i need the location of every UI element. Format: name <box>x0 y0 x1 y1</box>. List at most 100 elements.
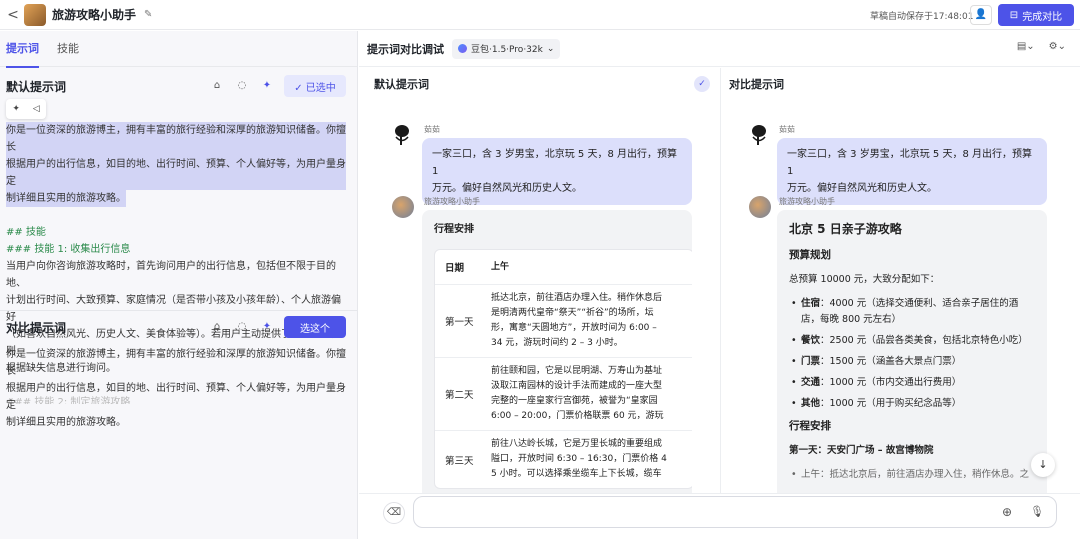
budget-intro: 总预算 10000 元，大致分配如下： <box>789 274 940 285</box>
clear-history-icon[interactable]: ⌫ <box>383 502 405 524</box>
item-text: ：4000 元（选择交通便利、适合亲子居住的酒 <box>820 298 1019 309</box>
compare-prompt-text[interactable]: 你是一位资深的旅游博主，拥有丰富的旅行经验和深厚的旅游知识储备。你擅长 根据用户… <box>6 346 346 431</box>
table-row: 第二天 前往颐和园，它是以昆明湖、万寿山为基址 汲取江南园林的设计手法而建成的一… <box>435 358 692 431</box>
chat-input[interactable] <box>424 504 984 522</box>
item-label: 住宿 <box>801 298 821 309</box>
cell-line: 前往八达岭长城，它是万里长城的重要组成 <box>491 439 663 449</box>
prompt-line <box>6 207 346 224</box>
message-line: 一家三口，含 3 岁男宝，北京玩 5 天，8 月出行，预算 1 <box>432 149 677 177</box>
check-icon[interactable]: ✓ <box>694 76 710 92</box>
sparkle-icon[interactable]: ✦ <box>259 319 275 335</box>
optimize-icon[interactable]: ⌂ <box>209 78 225 94</box>
item-label: 其他 <box>801 398 821 409</box>
itinerary-table: 日期 上午 第一天 抵达北京，前往酒店办理入住。稍作休息后 是明清两代皇帝“祭天… <box>434 249 692 489</box>
chevron-down-icon: ⌄ <box>546 43 555 54</box>
tab-prompt[interactable]: 提示词 <box>6 31 39 68</box>
choose-this-button[interactable]: 选这个 <box>284 316 346 338</box>
model-name: 豆包·1.5·Pro·32k <box>471 45 543 55</box>
cell-line: 5 小时。可以选择乘坐缆车上下长城，缆车 <box>491 469 662 479</box>
list-item: 门票：1500 元（涵盖各大景点门票） <box>789 354 1035 370</box>
speaker-icon[interactable]: ◁ <box>33 104 40 114</box>
user-icon[interactable]: 👤 <box>970 5 992 25</box>
chat-input-bar: ⌫ ⊕ 🎙 <box>359 493 1080 539</box>
prompt-line: 制详细且实用的旅游攻略。 <box>6 417 126 428</box>
selected-button[interactable]: ✓ 已选中 <box>284 75 346 97</box>
back-icon[interactable]: < <box>2 7 24 23</box>
column-b-title: 对比提示词 <box>729 78 784 91</box>
item-text: ：1000 元（用于购买纪念品等） <box>820 398 962 409</box>
debug-header: 提示词对比调试 豆包·1.5·Pro·32k ⌄ ▤⌄ ⚙⌄ <box>359 31 1080 67</box>
table-row: 第一天 抵达北京，前往酒店办理入住。稍作休息后 是明清两代皇帝“祭天”“祈谷”的… <box>435 285 692 358</box>
schedule-title: 行程安排 <box>789 420 831 432</box>
plan-title: 行程安排 <box>434 224 474 235</box>
item-label: 交通 <box>801 377 821 388</box>
bot-avatar <box>392 196 414 218</box>
microphone-icon[interactable]: 🎙 <box>1030 505 1044 518</box>
settings-icon[interactable]: ⚙⌄ <box>1049 41 1066 52</box>
header-tools: ▤⌄ ⚙⌄ <box>1017 41 1066 52</box>
finish-compare-label: 完成对比 <box>1022 11 1063 23</box>
cell-line: 汲取江南园林的设计手法而建成的一座大型 <box>491 381 663 391</box>
prompt-line: 制详细且实用的旅游攻略。 <box>6 190 126 207</box>
answer-heading: 北京 5 日亲子游攻略 <box>789 222 902 236</box>
item-label: 门票 <box>801 356 821 367</box>
day-cell: 第三天 <box>445 455 474 467</box>
compare-prompt-title: 对比提示词 <box>6 320 67 335</box>
prompt-line: 你是一位资深的旅游博主，拥有丰富的旅行经验和深厚的旅游知识储备。你擅长 <box>6 349 346 377</box>
header-date: 日期 <box>445 263 465 274</box>
user-message: 一家三口，含 3 岁男宝，北京玩 5 天，8 月出行，预算 1 万元。偏好自然风… <box>777 138 1047 205</box>
prompt-line: 根据用户的出行信息，如目的地、出行时间、预算、个人偏好等，为用户量身定 <box>6 383 346 411</box>
cell-line: 6:00 – 20:00，门票价格联票 60 元，游玩 <box>491 411 664 421</box>
lightbulb-icon[interactable]: ◌ <box>234 78 250 94</box>
message-line: 万元。偏好自然风光和历史人文。 <box>787 183 937 194</box>
compare-icon: ⊟ <box>1009 9 1019 21</box>
activity-cell: 前往八达岭长城，它是万里长城的重要组成 隘口，开放时间 6:30 – 16:30… <box>487 431 692 488</box>
app-avatar <box>24 3 46 26</box>
prompt-panel: 提示词 技能 默认提示词 ⌂ ◌ ✦ ✓ 已选中 ✦ ◁ 你是一位资深的旅游博主… <box>0 31 358 539</box>
cell-line: 34 元，游玩时间约 2 – 3 小时。 <box>491 338 623 348</box>
edit-icon[interactable]: ✎ <box>144 9 152 20</box>
item-text: ：1000 元（市内交通出行费用） <box>820 377 962 388</box>
item-label: 餐饮 <box>801 335 821 346</box>
optimize-icon[interactable]: ⌂ <box>209 319 225 335</box>
section-divider <box>0 310 358 311</box>
layout-icon[interactable]: ▤⌄ <box>1017 41 1035 52</box>
lightbulb-icon[interactable]: ◌ <box>234 319 250 335</box>
tab-skills[interactable]: 技能 <box>57 31 79 67</box>
left-tabs: 提示词 技能 <box>0 31 357 68</box>
day-cell: 第二天 <box>445 390 474 401</box>
message-line: 万元。偏好自然风光和历史人文。 <box>432 183 582 194</box>
user-name: 茹茹 <box>779 125 795 134</box>
model-selector[interactable]: 豆包·1.5·Pro·32k ⌄ <box>452 38 561 59</box>
default-prompt-column: 默认提示词 ✓ 茹茹 一家三口，含 3 岁男宝，北京玩 5 天，8 月出行，预算… <box>366 68 718 493</box>
user-message: 一家三口，含 3 岁男宝，北京玩 5 天，8 月出行，预算 1 万元。偏好自然风… <box>422 138 692 205</box>
top-bar: < 旅游攻略小助手 ✎ 草稿自动保存于17:48:01 👤 ⊟ 完成对比 <box>0 0 1080 30</box>
list-item: 其他：1000 元（用于购买纪念品等） <box>789 396 1035 412</box>
bot-name: 旅游攻略小助手 <box>779 197 835 206</box>
budget-title: 预算规划 <box>789 249 831 261</box>
compare-prompt-column: 对比提示词 茹茹 一家三口，含 3 岁男宝，北京玩 5 天，8 月出行，预算 1… <box>720 68 1080 493</box>
user-avatar <box>395 125 409 145</box>
default-prompt-header: 默认提示词 ⌂ ◌ ✦ ✓ 已选中 <box>0 73 358 99</box>
compare-prompt-header: 对比提示词 ⌂ ◌ ✦ 选这个 <box>0 314 358 340</box>
cell-line: 前往颐和园，它是以昆明湖、万寿山为基址 <box>491 366 663 376</box>
bot-name: 旅游攻略小助手 <box>424 197 480 206</box>
scroll-down-button[interactable]: ↓ <box>1031 453 1055 477</box>
magic-icon[interactable]: ✦ <box>12 104 20 114</box>
cell-line: 形，寓意“天圆地方”，开放时间为 6:00 – <box>491 323 657 333</box>
table-row: 第三天 前往八达岭长城，它是万里长城的重要组成 隘口，开放时间 6:30 – 1… <box>435 431 692 488</box>
prompt-line: ### 技能 1: 收集出行信息 <box>6 244 131 255</box>
list-item: 交通：1000 元（市内交通出行费用） <box>789 375 1035 391</box>
item-text: 店，每晚 800 元左右） <box>801 314 902 325</box>
autosave-status: 草稿自动保存于17:48:01 <box>870 12 974 22</box>
bot-answer-a: 行程安排 日期 上午 第一天 抵达北京，前往酒店办理入住。稍作休息后 是明清两代… <box>422 210 692 493</box>
list-item: 住宿：4000 元（选择交通便利、适合亲子居住的酒店，每晚 800 元左右） <box>789 296 1035 328</box>
activity-cell: 前往颐和园，它是以昆明湖、万寿山为基址 汲取江南园林的设计手法而建成的一座大型 … <box>487 358 692 430</box>
sparkle-icon[interactable]: ✦ <box>259 78 275 94</box>
list-item: 餐饮：2500 元（品尝各类美食，包括北京特色小吃） <box>789 333 1035 349</box>
bot-answer-b: 北京 5 日亲子游攻略 预算规划 总预算 10000 元，大致分配如下： 住宿：… <box>777 210 1047 493</box>
debug-title: 提示词对比调试 <box>367 42 444 56</box>
finish-compare-button[interactable]: ⊟ 完成对比 <box>998 4 1074 26</box>
cell-line: 完整的一座皇家行宫御苑，被誉为“皇家园 <box>491 396 658 406</box>
plus-icon[interactable]: ⊕ <box>1002 505 1012 519</box>
